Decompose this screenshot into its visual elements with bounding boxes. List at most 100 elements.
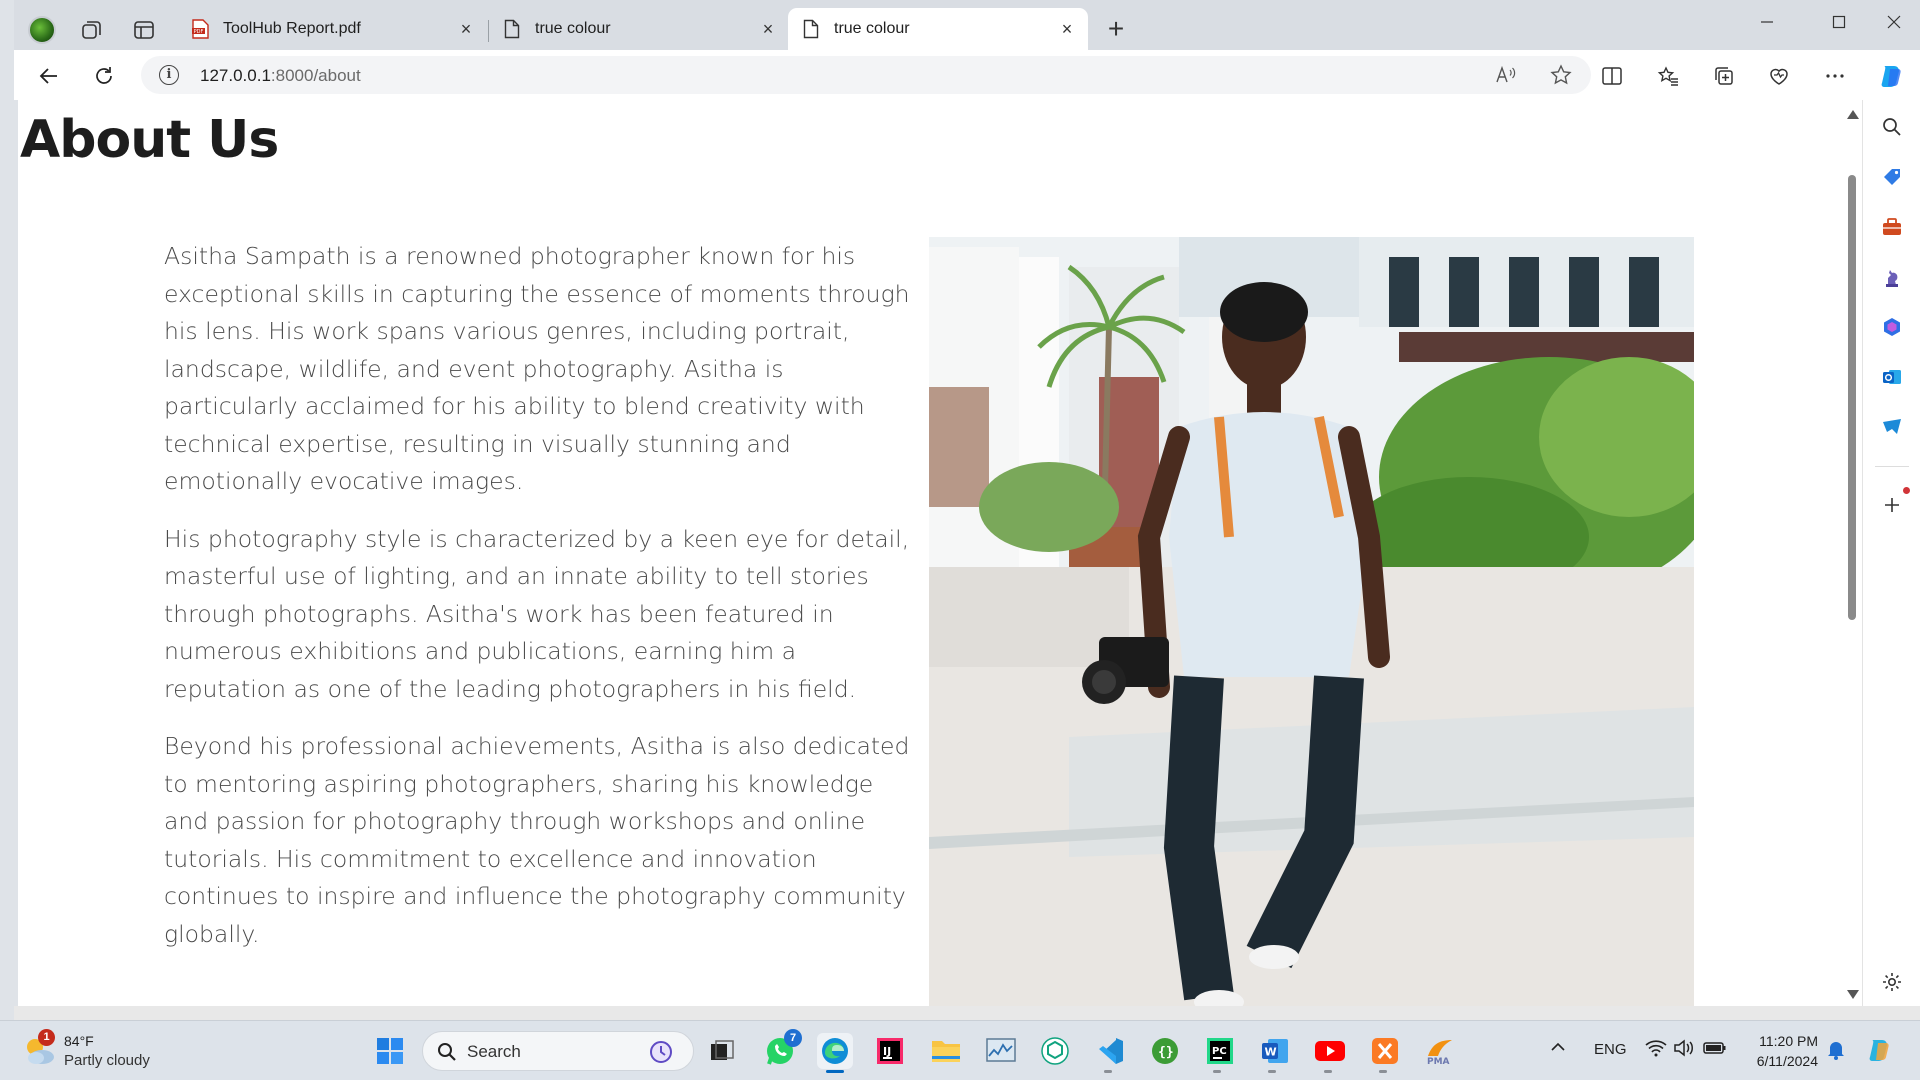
search-highlight-icon <box>650 1041 672 1063</box>
close-tab-icon[interactable]: × <box>1058 20 1076 38</box>
weather-temp: 84°F <box>64 1033 94 1049</box>
notification-dot <box>1903 487 1910 494</box>
new-tab-button[interactable]: + <box>1102 15 1130 44</box>
search-icon <box>438 1043 456 1061</box>
weather-widget[interactable]: 1 84°F Partly cloudy <box>22 1029 182 1073</box>
tab-true-colour[interactable]: true colour × <box>489 8 789 50</box>
running-app-indicator <box>1104 1070 1112 1073</box>
sidebar-settings-gear-icon[interactable] <box>1880 970 1904 994</box>
maximize-icon[interactable] <box>1824 10 1854 34</box>
running-app-indicator <box>1268 1070 1276 1073</box>
edge-sidebar <box>1862 100 1920 1006</box>
svg-text:W: W <box>1265 1046 1277 1059</box>
split-screen-icon[interactable] <box>1599 63 1625 89</box>
tab-true-colour-active[interactable]: true colour × <box>788 8 1088 50</box>
collections-icon[interactable] <box>1711 63 1737 89</box>
running-app-indicator <box>1213 1070 1221 1073</box>
resource-monitor-icon[interactable] <box>983 1033 1019 1069</box>
weather-condition: Partly cloudy <box>64 1052 150 1069</box>
scroll-up-icon[interactable] <box>1847 110 1859 119</box>
windows-logo-icon <box>377 1038 403 1064</box>
file-explorer-icon[interactable] <box>928 1033 964 1069</box>
svg-text:PDF: PDF <box>194 29 204 35</box>
volume-icon[interactable] <box>1673 1039 1695 1061</box>
workspaces-icon[interactable] <box>80 18 104 42</box>
browser-titlebar: PDF ToolHub Report.pdf × true colour × t… <box>14 0 1920 50</box>
chatgpt-icon[interactable] <box>1037 1033 1073 1069</box>
outlook-icon[interactable] <box>1880 365 1904 389</box>
minimize-icon[interactable] <box>1752 10 1782 34</box>
drop-send-icon[interactable] <box>1880 415 1904 439</box>
games-icon[interactable] <box>1880 265 1904 289</box>
about-paragraph: His photography style is characterized b… <box>164 524 910 703</box>
show-hidden-icons[interactable] <box>1550 1039 1566 1059</box>
refresh-icon[interactable] <box>91 63 117 89</box>
favorites-icon[interactable] <box>1655 63 1681 89</box>
close-tab-icon[interactable]: × <box>457 20 475 38</box>
add-sidebar-app-icon[interactable] <box>1880 487 1910 517</box>
profile-avatar[interactable] <box>28 16 56 44</box>
running-app-indicator <box>1324 1070 1332 1073</box>
word-icon[interactable]: W <box>1257 1033 1293 1069</box>
tab-title: true colour <box>834 20 910 37</box>
edge-browser-icon[interactable] <box>817 1033 853 1069</box>
scroll-down-icon[interactable] <box>1847 990 1859 999</box>
xampp-icon[interactable] <box>1367 1033 1403 1069</box>
close-window-icon[interactable] <box>1879 10 1909 34</box>
taskbar-search[interactable]: Search <box>422 1031 694 1071</box>
svg-text:{}: {} <box>1158 1045 1174 1060</box>
back-icon[interactable] <box>36 63 62 89</box>
more-options-icon[interactable] <box>1822 63 1848 89</box>
background-window-statusbar <box>14 1006 1920 1020</box>
svg-text:PC: PC <box>1212 1046 1227 1057</box>
task-view-icon[interactable] <box>704 1033 740 1069</box>
start-button[interactable] <box>372 1033 408 1069</box>
svg-text:IJ: IJ <box>883 1045 891 1058</box>
input-language[interactable]: ENG <box>1594 1041 1627 1058</box>
wifi-icon[interactable] <box>1645 1039 1667 1061</box>
favorite-star-icon[interactable] <box>1550 64 1572 86</box>
page-icon <box>503 19 521 39</box>
youtube-icon[interactable] <box>1312 1033 1348 1069</box>
tab-actions-icon[interactable] <box>132 18 156 42</box>
address-bar[interactable]: i 127.0.0.1:8000/about <box>141 56 1591 94</box>
clock-time: 11:20 PM <box>1759 1033 1818 1049</box>
notification-bell-icon[interactable] <box>1826 1039 1846 1065</box>
shopping-tag-icon[interactable] <box>1880 165 1904 189</box>
weather-alert-badge: 1 <box>38 1029 55 1046</box>
system-clock[interactable]: 11:20 PM 6/11/2024 <box>1742 1031 1818 1071</box>
tab-title: true colour <box>535 20 611 37</box>
copilot-preview-icon[interactable] <box>1864 1035 1894 1069</box>
about-paragraph: Asitha Sampath is a renowned photographe… <box>164 242 910 495</box>
address-toolbar: i 127.0.0.1:8000/about <box>14 50 1920 100</box>
page-scrollbar[interactable] <box>1844 100 1862 1006</box>
tab-title: ToolHub Report.pdf <box>223 20 361 37</box>
tab-toolhub-report[interactable]: PDF ToolHub Report.pdf × <box>177 8 487 50</box>
microsoft-365-icon[interactable] <box>1880 315 1904 339</box>
page-title: About Us <box>20 110 279 170</box>
site-info-icon[interactable]: i <box>159 65 179 85</box>
windows-taskbar: 1 84°F Partly cloudy Search 7 IJ {} PC W… <box>0 1020 1920 1080</box>
browser-essentials-icon[interactable] <box>1766 63 1792 89</box>
read-aloud-icon[interactable] <box>1495 64 1517 86</box>
whatsapp-badge: 7 <box>784 1029 802 1047</box>
page-icon <box>802 19 820 39</box>
about-paragraph: Beyond his professional achievements, As… <box>164 732 910 948</box>
whatsapp-icon[interactable]: 7 <box>762 1029 802 1069</box>
pycharm-icon[interactable]: PC <box>1202 1033 1238 1069</box>
sidebar-divider <box>1875 466 1909 467</box>
url-text[interactable]: 127.0.0.1:8000/about <box>200 66 361 86</box>
clock-date: 6/11/2024 <box>1756 1053 1818 1069</box>
close-tab-icon[interactable]: × <box>759 20 777 38</box>
intellij-idea-icon[interactable]: IJ <box>872 1033 908 1069</box>
running-app-indicator <box>1379 1070 1387 1073</box>
node-app-icon[interactable]: {} <box>1147 1033 1183 1069</box>
scroll-thumb[interactable] <box>1848 175 1856 620</box>
battery-charging-icon[interactable] <box>1703 1040 1727 1060</box>
copilot-icon[interactable] <box>1876 61 1906 91</box>
search-icon[interactable] <box>1880 115 1904 139</box>
tools-briefcase-icon[interactable] <box>1880 215 1904 239</box>
search-label: Search <box>467 1042 521 1061</box>
vscode-icon[interactable] <box>1092 1033 1128 1069</box>
phpmyadmin-icon[interactable]: PMA <box>1422 1033 1458 1069</box>
